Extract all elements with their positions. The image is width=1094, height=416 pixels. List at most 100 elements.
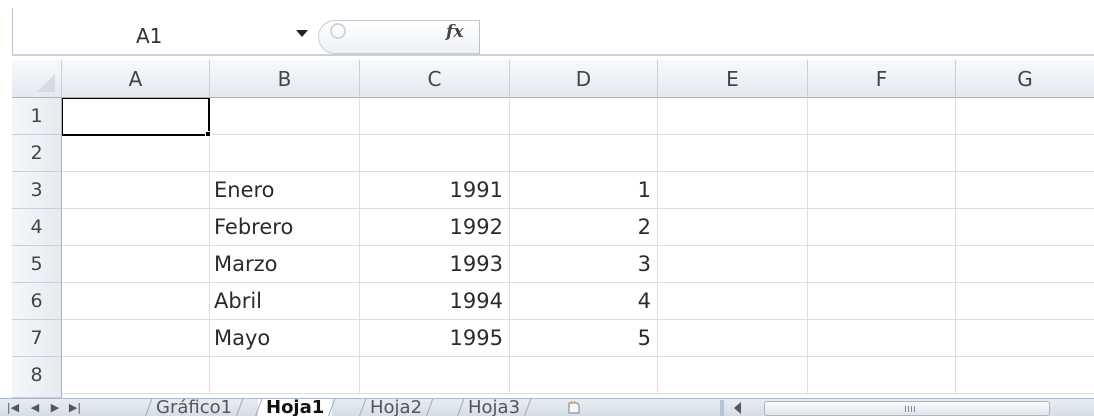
name-box[interactable]: A1 — [14, 20, 314, 52]
next-sheet-icon[interactable]: ▶ — [46, 399, 64, 416]
cell-f5[interactable] — [808, 246, 956, 283]
prev-sheet-icon[interactable]: ◀ — [26, 399, 44, 416]
cell-g6[interactable] — [956, 283, 1094, 320]
insert-function-button[interactable]: fx — [446, 22, 463, 42]
new-sheet-icon[interactable] — [566, 400, 582, 415]
cell-b8[interactable] — [210, 357, 360, 394]
cell-e5[interactable] — [658, 246, 808, 283]
cell-c6[interactable]: 1994 — [360, 283, 510, 320]
formula-input[interactable] — [480, 20, 1094, 54]
column-header-f[interactable]: F — [808, 60, 956, 98]
cell-b1[interactable] — [210, 98, 360, 135]
cell-c5[interactable]: 1993 — [360, 246, 510, 283]
cell-b7[interactable]: Mayo — [210, 320, 360, 357]
fill-handle[interactable] — [205, 131, 211, 137]
table-row: Abril 1994 4 — [62, 283, 1094, 320]
cell-c8[interactable] — [360, 357, 510, 394]
row-header-6[interactable]: 6 — [12, 283, 62, 320]
row-header-8[interactable]: 8 — [12, 357, 62, 398]
cell-b5[interactable]: Marzo — [210, 246, 360, 283]
cell-e1[interactable] — [658, 98, 808, 135]
cell-d8[interactable] — [510, 357, 658, 394]
divider — [12, 54, 1094, 56]
cell-e3[interactable] — [658, 172, 808, 209]
cell-e7[interactable] — [658, 320, 808, 357]
cell-a1[interactable] — [62, 98, 210, 135]
row-header-5[interactable]: 5 — [12, 246, 62, 283]
column-header-e[interactable]: E — [658, 60, 808, 98]
cell-a7[interactable] — [62, 320, 210, 357]
sheet-tab-hoja3[interactable]: Hoja3 — [456, 398, 532, 416]
cell-g1[interactable] — [956, 98, 1094, 135]
row-header-7[interactable]: 7 — [12, 320, 62, 357]
horizontal-scrollbar[interactable] — [720, 400, 1094, 416]
cell-a6[interactable] — [62, 283, 210, 320]
cell-a4[interactable] — [62, 209, 210, 246]
cell-g3[interactable] — [956, 172, 1094, 209]
cell-b4[interactable]: Febrero — [210, 209, 360, 246]
column-header-d[interactable]: D — [510, 60, 658, 98]
cell-g7[interactable] — [956, 320, 1094, 357]
row-header-3[interactable]: 3 — [12, 172, 62, 209]
cell-b2[interactable] — [210, 135, 360, 172]
cell-b6[interactable]: Abril — [210, 283, 360, 320]
column-header-g[interactable]: G — [956, 60, 1094, 98]
sheet-tabs-bar: |◀ ◀ ▶ ▶| Gráfico1 Hoja1 Hoja2 Hoja3 — [0, 398, 1094, 416]
cell-d5[interactable]: 3 — [510, 246, 658, 283]
cell-b3[interactable]: Enero — [210, 172, 360, 209]
cell-c7[interactable]: 1995 — [360, 320, 510, 357]
chevron-down-icon[interactable] — [296, 30, 308, 37]
cell-f4[interactable] — [808, 209, 956, 246]
cell-a3[interactable] — [62, 172, 210, 209]
sheet-tab-label: Hoja3 — [468, 398, 521, 416]
cell-d3[interactable]: 1 — [510, 172, 658, 209]
column-header-c[interactable]: C — [360, 60, 510, 98]
cell-f6[interactable] — [808, 283, 956, 320]
cell-d4[interactable]: 2 — [510, 209, 658, 246]
cell-d2[interactable] — [510, 135, 658, 172]
cell-f2[interactable] — [808, 135, 956, 172]
cell-f3[interactable] — [808, 172, 956, 209]
first-sheet-icon[interactable]: |◀ — [4, 399, 22, 416]
cell-a2[interactable] — [62, 135, 210, 172]
table-row — [62, 357, 1094, 394]
cancel-icon[interactable] — [330, 23, 346, 39]
sheet-tab-hoja2[interactable]: Hoja2 — [358, 399, 434, 416]
cell-e4[interactable] — [658, 209, 808, 246]
cell-a8[interactable] — [62, 357, 210, 394]
cell-g5[interactable] — [956, 246, 1094, 283]
cell-g2[interactable] — [956, 135, 1094, 172]
last-sheet-icon[interactable]: ▶| — [66, 399, 84, 416]
column-header-b[interactable]: B — [210, 60, 360, 98]
cell-g8[interactable] — [956, 357, 1094, 394]
cell-c1[interactable] — [360, 98, 510, 135]
cell-c3[interactable]: 1991 — [360, 172, 510, 209]
cell-c2[interactable] — [360, 135, 510, 172]
scroll-left-icon[interactable] — [734, 402, 741, 414]
cell-d6[interactable]: 4 — [510, 283, 658, 320]
cell-f1[interactable] — [808, 98, 956, 135]
column-header-a[interactable]: A — [62, 60, 210, 98]
row-header-4[interactable]: 4 — [12, 209, 62, 246]
cell-f7[interactable] — [808, 320, 956, 357]
sheet-tab-grafico1[interactable]: Gráfico1 — [144, 398, 244, 416]
table-row: Marzo 1993 3 — [62, 246, 1094, 283]
scrollbar-thumb[interactable] — [764, 401, 1050, 416]
cell-f8[interactable] — [808, 357, 956, 394]
spreadsheet-grid: Enero 1991 1 Febrero 1992 2 Marzo 1993 3 Abril 199… — [62, 98, 1094, 398]
cell-d1[interactable] — [510, 98, 658, 135]
divider — [12, 8, 13, 54]
row-header-2[interactable]: 2 — [12, 135, 62, 172]
cell-c4[interactable]: 1992 — [360, 209, 510, 246]
cell-d7[interactable]: 5 — [510, 320, 658, 357]
select-all-button[interactable] — [12, 60, 62, 98]
cell-g4[interactable] — [956, 209, 1094, 246]
cell-a5[interactable] — [62, 246, 210, 283]
tab-split-handle[interactable] — [720, 400, 724, 416]
sheet-tab-hoja1[interactable]: Hoja1 — [254, 399, 336, 416]
cell-e8[interactable] — [658, 357, 808, 394]
cell-e6[interactable] — [658, 283, 808, 320]
sheet-tab-label: Gráfico1 — [156, 398, 233, 416]
row-header-1[interactable]: 1 — [12, 98, 62, 135]
cell-e2[interactable] — [658, 135, 808, 172]
